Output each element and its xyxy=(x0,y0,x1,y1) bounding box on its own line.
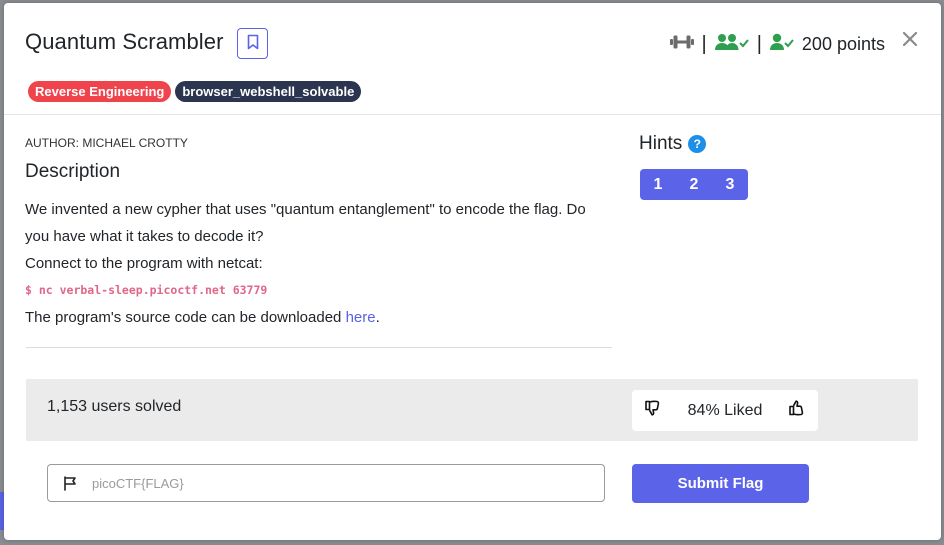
users-solved-count: 1,153 users solved xyxy=(47,398,182,415)
hint-button-1[interactable]: 1 xyxy=(640,169,676,200)
source-suffix: . xyxy=(375,309,380,326)
hint-button-3[interactable]: 3 xyxy=(712,169,748,200)
hint-button-group: 1 2 3 xyxy=(640,169,748,200)
description-text: We invented a new cypher that uses "quan… xyxy=(25,201,586,245)
meta-separator: | xyxy=(701,33,707,55)
meta-separator: | xyxy=(756,33,762,55)
hints-heading: Hints ? xyxy=(639,133,707,155)
thumbs-down-icon[interactable] xyxy=(644,399,662,422)
user-check-icon xyxy=(769,33,794,56)
liked-percentage: 84% Liked xyxy=(687,401,763,419)
header-divider xyxy=(4,114,941,115)
flag-icon xyxy=(48,475,92,491)
hint-button-2[interactable]: 2 xyxy=(676,169,712,200)
submit-flag-button[interactable]: Submit Flag xyxy=(632,464,809,503)
source-download-link[interactable]: here xyxy=(346,309,376,326)
description-divider xyxy=(26,347,612,348)
webshell-tag[interactable]: browser_webshell_solvable xyxy=(175,81,362,102)
source-prefix: The program's source code can be downloa… xyxy=(25,309,346,326)
thumbs-up-icon[interactable] xyxy=(788,399,806,422)
description-body: We invented a new cypher that uses "quan… xyxy=(25,196,605,331)
netcat-instruction: Connect to the program with netcat: xyxy=(25,255,263,272)
bookmark-icon xyxy=(247,34,259,53)
stats-bar: 1,153 users solved 84% Liked xyxy=(26,379,918,441)
close-button[interactable] xyxy=(899,29,921,51)
challenge-modal: Quantum Scrambler | | 200 points Reverse… xyxy=(4,3,941,540)
dumbbell-icon xyxy=(669,34,694,55)
like-widget: 84% Liked xyxy=(632,390,818,431)
users-check-icon xyxy=(714,33,749,56)
category-tag[interactable]: Reverse Engineering xyxy=(28,81,172,102)
author-label: AUTHOR: MICHAEL CROTTY xyxy=(25,136,188,150)
flag-input[interactable] xyxy=(92,475,572,491)
netcat-command: $ nc verbal-sleep.picoctf.net 63779 xyxy=(25,283,268,297)
source-download-line: The program's source code can be downloa… xyxy=(25,304,605,331)
hints-title: Hints xyxy=(639,133,683,154)
tag-list: Reverse Engineering browser_webshell_sol… xyxy=(28,81,362,102)
bookmark-button[interactable] xyxy=(237,28,268,59)
challenge-meta: | | 200 points xyxy=(669,32,885,56)
description-heading: Description xyxy=(25,161,121,182)
close-icon xyxy=(902,31,918,49)
help-icon[interactable]: ? xyxy=(688,135,707,153)
flag-input-group xyxy=(47,464,605,502)
challenge-points: 200 points xyxy=(801,33,885,54)
challenge-title: Quantum Scrambler xyxy=(25,29,224,54)
